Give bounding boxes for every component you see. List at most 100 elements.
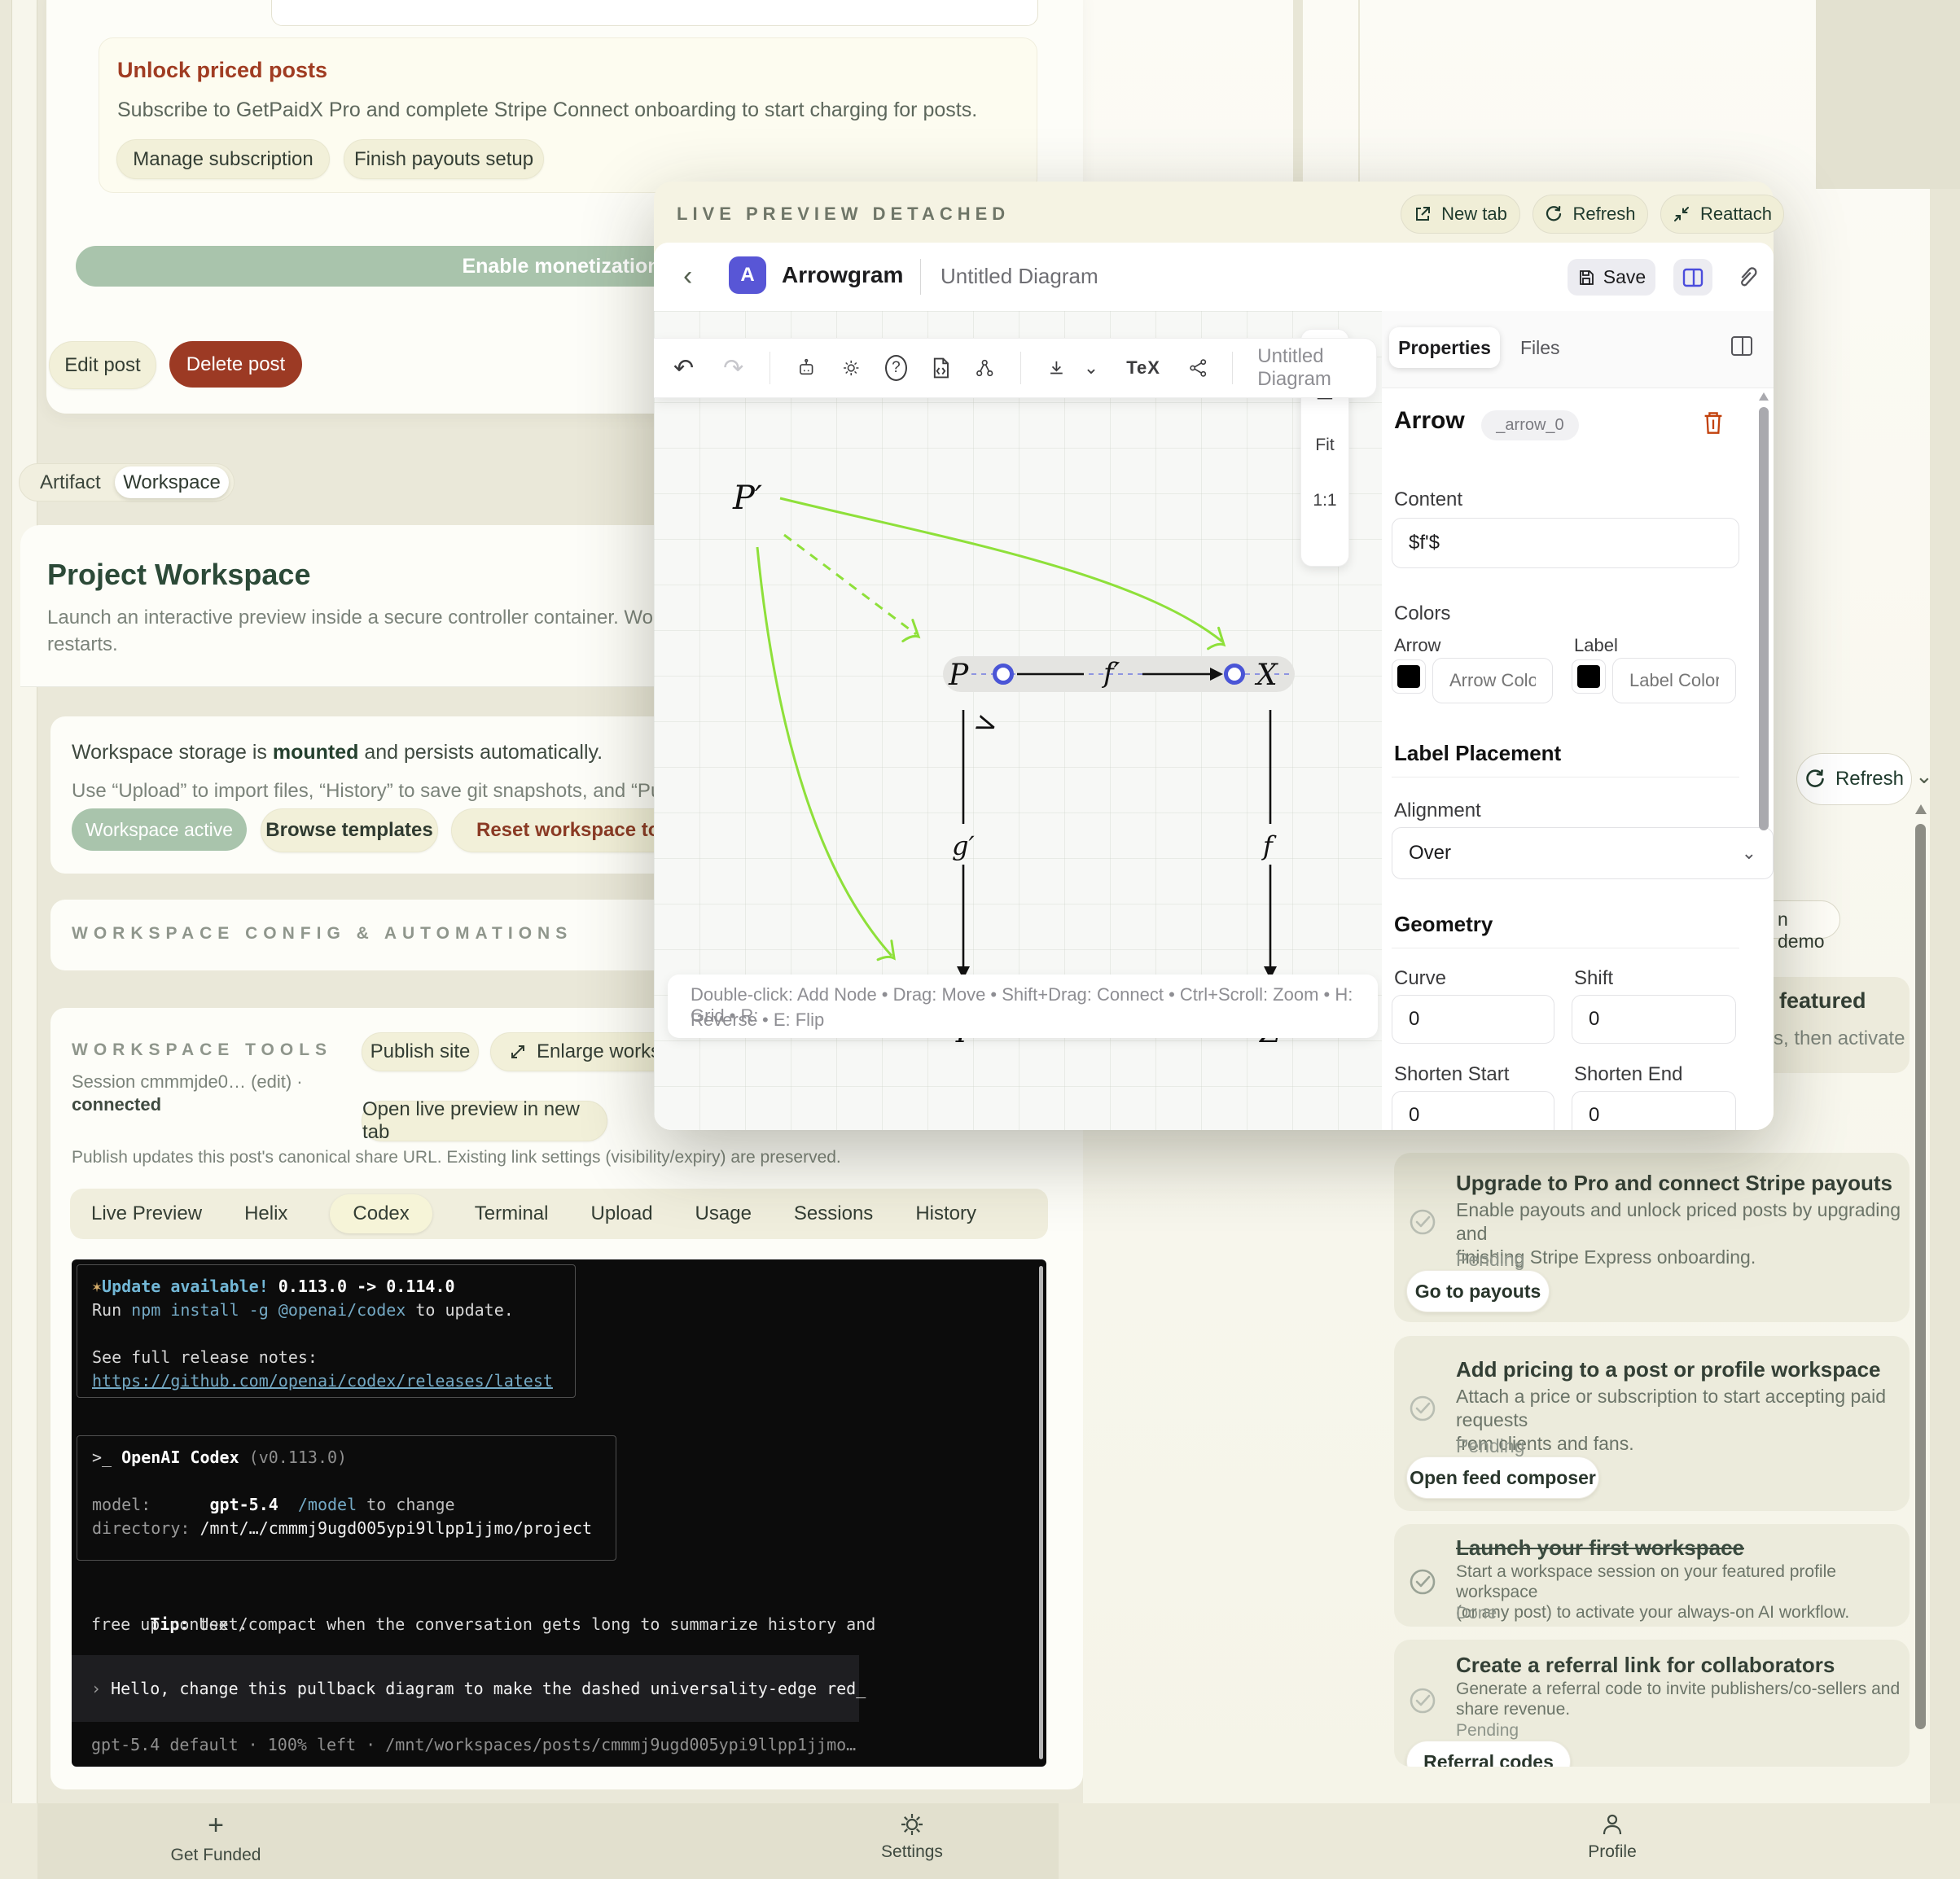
nav-profile-label: Profile [1588, 1842, 1637, 1861]
nav-settings[interactable]: Settings [847, 1811, 977, 1873]
terminal-input[interactable]: › Hello, change this pullback diagram to… [72, 1655, 866, 1722]
zoom-fit-button[interactable]: Fit [1301, 436, 1348, 455]
label-color-label: Label [1574, 635, 1618, 655]
task-title: Upgrade to Pro and connect Stripe payout… [1456, 1171, 1892, 1195]
tab-workspace[interactable]: Workspace [115, 466, 229, 498]
tab-sessions[interactable]: Sessions [794, 1202, 873, 1225]
workspace-active-button[interactable]: Workspace active [72, 808, 247, 851]
featured-title: featured [1779, 988, 1866, 1013]
panel-toggle-button[interactable] [1673, 259, 1712, 296]
edge-handle-start[interactable] [993, 664, 1014, 685]
paperclip-icon[interactable] [1734, 265, 1757, 289]
back-chevron-icon[interactable]: ‹ [683, 261, 692, 292]
undo-icon[interactable]: ↶ [673, 354, 694, 383]
nav-get-funded-label: Get Funded [170, 1846, 261, 1864]
tab-properties[interactable]: Properties [1389, 327, 1500, 368]
content-input[interactable] [1392, 518, 1739, 568]
robot-icon[interactable] [796, 356, 816, 380]
tab-live-preview[interactable]: Live Preview [91, 1202, 202, 1225]
arrow-color-swatch[interactable] [1392, 659, 1426, 694]
tab-helix[interactable]: Helix [244, 1202, 287, 1225]
right-refresh-chevron-icon[interactable]: ⌄ [1915, 764, 1933, 789]
edge-f-prime-label[interactable]: f′ [1101, 657, 1120, 690]
edge-f-label[interactable]: f [1261, 830, 1277, 861]
storage-line1-pre: Workspace storage is [72, 741, 273, 764]
model-post: to change [357, 1495, 455, 1514]
publish-site-button[interactable]: Publish site [362, 1032, 479, 1071]
tab-upload[interactable]: Upload [590, 1202, 652, 1225]
codex-terminal[interactable]: ✶Update available! 0.113.0 -> 0.114.0 Ru… [72, 1259, 1046, 1767]
tab-files[interactable]: Files [1520, 337, 1560, 359]
left-edge-strip [11, 0, 37, 1879]
edge-pprime-y[interactable] [756, 546, 893, 957]
browse-templates-button[interactable]: Browse templates [261, 808, 438, 852]
edge-handle-end[interactable] [1224, 664, 1245, 685]
shorten-start-input[interactable] [1392, 1091, 1554, 1130]
page-scrollbar-thumb[interactable] [1915, 824, 1926, 1729]
shorten-end-label: Shorten End [1574, 1063, 1683, 1085]
referral-codes-button[interactable]: Referral codes [1406, 1741, 1571, 1767]
page-scrollbar-up-icon[interactable] [1915, 804, 1927, 814]
panel-collapse-icon[interactable] [1730, 335, 1753, 357]
edge-g-prime-label[interactable]: g′ [952, 830, 975, 861]
download-icon[interactable] [1047, 357, 1066, 379]
diagram-canvas[interactable]: P′ P f′ X > g′ f N2 Y g Z - ⊞ Fit 1:1 [654, 311, 1383, 1130]
label-color-swatch[interactable] [1572, 659, 1606, 694]
tools-tabbar: Live Preview Helix Codex Terminal Upload… [70, 1189, 1048, 1239]
node-p[interactable]: P [948, 659, 969, 692]
open-feed-composer-button[interactable]: Open feed composer [1406, 1456, 1599, 1499]
download-chevron-icon[interactable]: ⌄ [1084, 357, 1098, 379]
shorten-end-input[interactable] [1572, 1091, 1736, 1130]
finish-payouts-button[interactable]: Finish payouts setup [344, 139, 544, 179]
open-live-preview-button[interactable]: Open live preview in new tab [362, 1098, 607, 1143]
graph-nodes-icon[interactable] [975, 356, 994, 380]
tab-artifact[interactable]: Artifact [40, 471, 101, 494]
reattach-button[interactable]: Reattach [1660, 195, 1784, 234]
go-to-payouts-button[interactable]: Go to payouts [1406, 1270, 1550, 1312]
node-x[interactable]: X [1254, 659, 1278, 692]
right-refresh-button[interactable]: Refresh [1796, 753, 1912, 805]
release-notes-link[interactable]: https://github.com/openai/codex/releases… [92, 1369, 560, 1393]
properties-panel: Properties Files Arrow _arrow_0 Content … [1382, 311, 1774, 1130]
tab-workspace-label: Workspace [123, 471, 221, 493]
unlock-title: Unlock priced posts [117, 58, 328, 82]
tab-terminal[interactable]: Terminal [475, 1202, 549, 1225]
tab-history[interactable]: History [915, 1202, 976, 1225]
share-nodes-icon[interactable] [1188, 356, 1208, 380]
node-p-prime[interactable]: P′ [732, 480, 762, 517]
shift-input[interactable] [1572, 995, 1736, 1044]
model-label: model: [92, 1495, 151, 1514]
save-button[interactable]: Save [1568, 259, 1655, 296]
arrowgram-logo: A [729, 256, 766, 294]
redo-icon[interactable]: ↷ [723, 354, 743, 383]
modal-refresh-button[interactable]: Refresh [1532, 195, 1648, 234]
gear-icon[interactable] [841, 356, 861, 380]
toolbar-filename-input[interactable]: Untitled Diagram [1257, 345, 1376, 391]
new-tab-button[interactable]: New tab [1401, 195, 1520, 234]
delete-post-button[interactable]: Delete post [169, 341, 302, 388]
edit-post-button[interactable]: Edit post [49, 341, 156, 389]
edge-pprime-x[interactable] [779, 497, 1223, 643]
tab-codex[interactable]: Codex [330, 1194, 432, 1233]
alignment-select[interactable]: Over ⌄ [1392, 827, 1774, 879]
manage-subscription-button[interactable]: Manage subscription [116, 139, 330, 179]
edge-pprime-p-dashed[interactable] [783, 533, 917, 636]
alignment-value: Over [1409, 842, 1452, 864]
terminal-scrollbar[interactable] [1039, 1266, 1043, 1759]
help-icon[interactable]: ? [885, 355, 907, 381]
nav-profile[interactable]: Profile [1547, 1811, 1677, 1873]
arrow-color-label: Arrow [1394, 635, 1441, 655]
chevron-down-icon: ⌄ [1741, 843, 1756, 863]
panel-scrollbar-up-icon[interactable] [1759, 392, 1769, 401]
nav-get-funded[interactable]: + Get Funded [151, 1811, 281, 1873]
task-title: Create a referral link for collaborators [1456, 1653, 1835, 1677]
delete-arrow-icon[interactable] [1703, 410, 1724, 435]
tab-usage[interactable]: Usage [695, 1202, 752, 1225]
arrow-color-input[interactable] [1432, 658, 1553, 703]
panel-scrollbar-thumb[interactable] [1759, 407, 1769, 830]
tex-button[interactable]: TeX [1126, 357, 1160, 379]
zoom-actual-button[interactable]: 1:1 [1301, 491, 1348, 510]
file-code-icon[interactable] [932, 356, 950, 380]
curve-input[interactable] [1392, 995, 1554, 1044]
label-color-input[interactable] [1612, 658, 1736, 703]
